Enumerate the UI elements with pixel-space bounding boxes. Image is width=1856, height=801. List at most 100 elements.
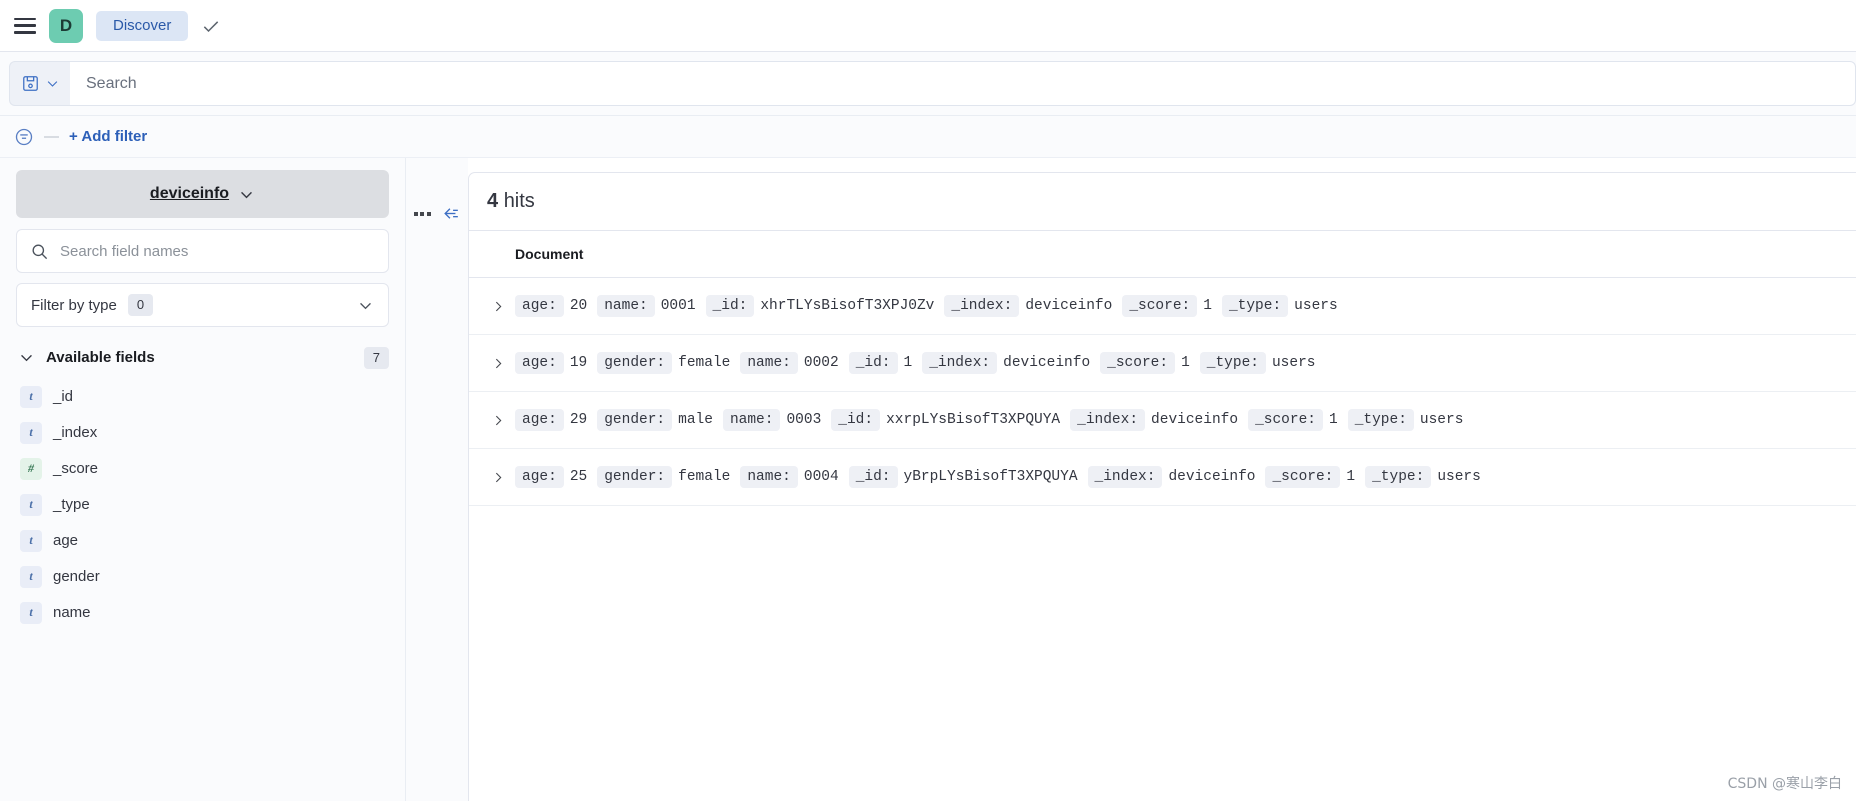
field-search-input[interactable] [60, 242, 375, 260]
document-summary: age: 20 name: 0001 _id: xhrTLYsBisofT3XPJ0Zv _… [515, 295, 1342, 317]
field-value: 1 [903, 355, 913, 371]
chevron-right-icon [495, 415, 501, 425]
search-field-wrapper[interactable] [70, 61, 1856, 106]
check-icon[interactable] [201, 16, 221, 36]
field-type-string-icon: t [20, 529, 42, 552]
field-value: 19 [569, 355, 588, 371]
field-key: _score: [1265, 466, 1341, 488]
sidebar-field-index[interactable]: t _index [16, 415, 389, 451]
field-value: 1 [1181, 355, 1190, 371]
sidebar-field-name[interactable]: t name [16, 595, 389, 631]
documents-main: 4 hits Document age: 20 name: 0001 _id: xhrTL… [468, 158, 1856, 801]
table-row[interactable]: age: 20 name: 0001 _id: xhrTLYsBisofT3XPJ0Zv _… [469, 278, 1856, 335]
index-pattern-selector[interactable]: deviceinfo [16, 170, 389, 218]
field-name-label: _score [53, 460, 99, 478]
sidebar-field-age[interactable]: t age [16, 523, 389, 559]
fields-sidebar: deviceinfo Filter by type 0 [0, 158, 406, 801]
field-value: 0003 [786, 412, 822, 428]
field-name-label: _type [53, 496, 90, 514]
chevron-right-icon [495, 358, 501, 368]
field-value: 0004 [803, 469, 839, 485]
field-name-label: _index [53, 424, 98, 442]
available-fields-header[interactable]: Available fields 7 [16, 343, 389, 373]
table-row[interactable]: age: 19 gender: female name: 0002 _id: 1 _index:… [469, 335, 1856, 392]
table-row[interactable]: age: 25 gender: female name: 0004 _id: yBrpLYsB… [469, 449, 1856, 506]
field-type-string-icon: t [20, 565, 42, 588]
table-row[interactable]: age: 29 gender: male name: 0003 _id: xxrpLYsBis… [469, 392, 1856, 449]
field-value: deviceinfo [1003, 355, 1091, 371]
documents-table-body: age: 20 name: 0001 _id: xhrTLYsBisofT3XPJ0Zv _… [469, 278, 1856, 506]
field-key: _id: [705, 295, 755, 317]
hamburger-menu-icon[interactable] [14, 17, 36, 34]
expand-row-button[interactable] [481, 471, 515, 484]
chevron-down-icon [241, 191, 253, 198]
document-summary: age: 19 gender: female name: 0002 _id: 1 _index:… [515, 352, 1320, 374]
field-key: _type: [1221, 295, 1289, 317]
field-key: name: [597, 295, 655, 317]
hits-count-text: 4 hits [487, 190, 535, 213]
panel-tools-column [406, 158, 468, 801]
sidebar-field-gender[interactable]: t gender [16, 559, 389, 595]
field-key: _index: [1087, 466, 1163, 488]
saved-query-button[interactable] [9, 61, 70, 106]
sidebar-field-score[interactable]: # _score [16, 451, 389, 487]
save-disk-icon [22, 76, 38, 91]
search-input[interactable] [86, 74, 1839, 93]
document-summary: age: 25 gender: female name: 0004 _id: yBrpLYsB… [515, 466, 1485, 488]
filter-by-type-label: Filter by type [31, 296, 117, 314]
hits-label: hits [503, 190, 535, 212]
expand-row-button[interactable] [481, 300, 515, 313]
field-value: 20 [569, 298, 588, 314]
breadcrumb-discover[interactable]: Discover [96, 10, 189, 41]
field-search-wrapper[interactable] [16, 229, 389, 273]
field-key: _type: [1347, 409, 1414, 431]
field-key: _index: [922, 352, 998, 374]
field-value: 1 [1328, 412, 1338, 428]
search-icon [32, 243, 48, 259]
expand-row-button[interactable] [481, 414, 515, 427]
available-fields-count: 7 [363, 347, 389, 369]
query-bar [0, 52, 1856, 116]
field-value: 0001 [660, 298, 696, 314]
field-name-label: age [53, 532, 79, 550]
add-filter-button[interactable]: + Add filter [69, 128, 147, 145]
main-body: deviceinfo Filter by type 0 [0, 158, 1856, 801]
field-key: age: [515, 352, 564, 374]
field-type-string-icon: t [20, 421, 42, 444]
sidebar-field-type[interactable]: t _type [16, 487, 389, 523]
field-value: xxrpLYsBisofT3XPQUYA [886, 412, 1061, 428]
field-name-label: name [53, 604, 91, 622]
field-key: gender: [597, 409, 673, 431]
field-value: yBrpLYsBisofT3XPQUYA [903, 469, 1078, 485]
field-value: female [678, 355, 731, 371]
field-key: name: [740, 466, 798, 488]
field-key: _type: [1365, 466, 1432, 488]
more-options-dots-icon[interactable] [413, 211, 431, 216]
field-key: gender: [597, 352, 673, 374]
field-value: 1 [1203, 298, 1212, 314]
sidebar-field-id[interactable]: t _id [16, 379, 389, 415]
field-value: 0002 [803, 355, 839, 371]
chevron-down-icon [47, 81, 57, 87]
discover-app: D Discover — + Add filter [0, 0, 1856, 801]
hits-bar: 4 hits [469, 173, 1856, 231]
documents-panel: 4 hits Document age: 20 name: 0001 _id: xhrTL… [468, 172, 1856, 801]
field-value: deviceinfo [1025, 298, 1113, 314]
filter-by-type-button[interactable]: Filter by type 0 [16, 283, 389, 327]
field-name-label: gender [53, 568, 100, 586]
filter-list-icon[interactable] [14, 127, 34, 147]
expand-row-button[interactable] [481, 357, 515, 370]
index-pattern-label: deviceinfo [149, 185, 230, 202]
field-key: _score: [1248, 409, 1323, 431]
chevron-down-icon [360, 302, 371, 309]
available-fields-list: t _id t _index # _score t _type t age t gender t name [16, 379, 389, 631]
field-key: _type: [1199, 352, 1266, 374]
available-fields-label: Available fields [46, 349, 155, 367]
field-value: 25 [569, 469, 588, 485]
field-value: xhrTLYsBisofT3XPJ0Zv [760, 298, 935, 314]
field-key: _score: [1122, 295, 1198, 317]
field-value: deviceinfo [1151, 412, 1239, 428]
top-navigation-bar: D Discover [0, 0, 1856, 52]
collapse-sidebar-icon[interactable] [442, 204, 461, 223]
field-key: age: [515, 409, 564, 431]
